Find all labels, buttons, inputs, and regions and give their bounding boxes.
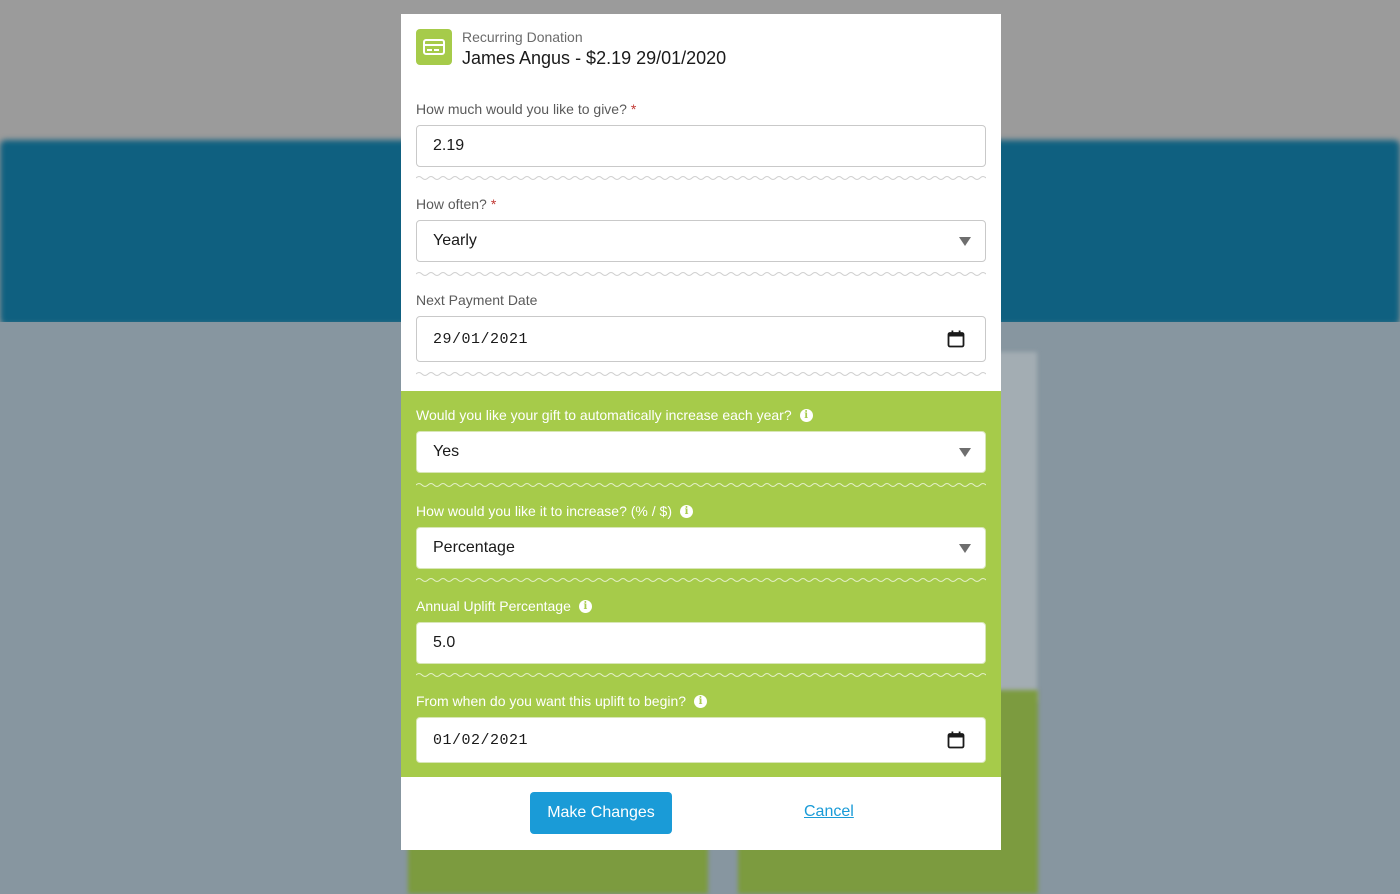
next-payment-date-input[interactable]: 29/01/2021 bbox=[416, 316, 986, 362]
uplift-start-field-group: From when do you want this uplift to beg… bbox=[416, 691, 986, 763]
info-icon[interactable]: i bbox=[578, 599, 592, 613]
dropdown-caret-icon bbox=[959, 448, 971, 457]
info-icon[interactable]: i bbox=[680, 504, 693, 518]
increase-type-field-group: How would you like it to increase? (% / … bbox=[416, 501, 986, 569]
increase-type-label: How would you like it to increase? (% / … bbox=[416, 501, 986, 521]
next-payment-label: Next Payment Date bbox=[416, 292, 538, 308]
uplift-percentage-field-group: Annual Uplift Percentage i 5.0 bbox=[416, 596, 986, 664]
info-icon[interactable]: i bbox=[694, 694, 708, 708]
required-marker: * bbox=[490, 196, 497, 212]
uplift-start-date-input[interactable]: 01/02/2021 bbox=[416, 717, 986, 763]
credit-card-icon bbox=[416, 29, 452, 65]
frequency-label: How often? * bbox=[416, 196, 497, 212]
next-payment-field-group: Next Payment Date 29/01/2021 bbox=[416, 290, 986, 362]
required-marker: * bbox=[630, 101, 637, 117]
divider bbox=[416, 673, 986, 677]
make-changes-button[interactable]: Make Changes bbox=[530, 792, 672, 834]
record-title: James Angus - $2.19 29/01/2020 bbox=[462, 48, 727, 68]
divider bbox=[416, 578, 986, 582]
frequency-field-group: How often? * Yearly bbox=[416, 194, 986, 262]
increase-type-select[interactable]: Percentage bbox=[416, 527, 986, 569]
auto-increase-select[interactable]: Yes bbox=[416, 431, 986, 473]
cancel-link[interactable]: Cancel bbox=[804, 803, 854, 821]
uplift-percentage-input[interactable]: 5.0 bbox=[416, 622, 986, 664]
dropdown-caret-icon bbox=[959, 237, 971, 246]
record-type-label: Recurring Donation bbox=[462, 29, 583, 45]
divider bbox=[416, 483, 986, 487]
uplift-start-label: From when do you want this uplift to beg… bbox=[416, 691, 986, 711]
auto-increase-label: Would you like your gift to automaticall… bbox=[416, 405, 986, 425]
amount-input[interactable]: 2.19 bbox=[416, 125, 986, 167]
uplift-percentage-label: Annual Uplift Percentage i bbox=[416, 596, 986, 616]
dropdown-caret-icon bbox=[959, 544, 971, 553]
divider bbox=[416, 272, 986, 276]
info-icon[interactable]: i bbox=[799, 408, 813, 422]
calendar-icon[interactable] bbox=[947, 731, 965, 749]
amount-label: How much would you like to give? * bbox=[416, 101, 637, 117]
amount-field-group: How much would you like to give? * 2.19 bbox=[416, 99, 986, 167]
modal-header: Recurring Donation James Angus - $2.19 2… bbox=[416, 29, 986, 89]
modal-footer: Make Changes Cancel bbox=[401, 777, 1001, 850]
auto-increase-field-group: Would you like your gift to automaticall… bbox=[416, 405, 986, 473]
edit-donation-modal: Recurring Donation James Angus - $2.19 2… bbox=[401, 14, 1001, 850]
calendar-icon[interactable] bbox=[947, 330, 965, 348]
frequency-select[interactable]: Yearly bbox=[416, 220, 986, 262]
divider bbox=[416, 176, 986, 180]
divider bbox=[416, 372, 986, 376]
uplift-section: Would you like your gift to automaticall… bbox=[401, 391, 1001, 777]
